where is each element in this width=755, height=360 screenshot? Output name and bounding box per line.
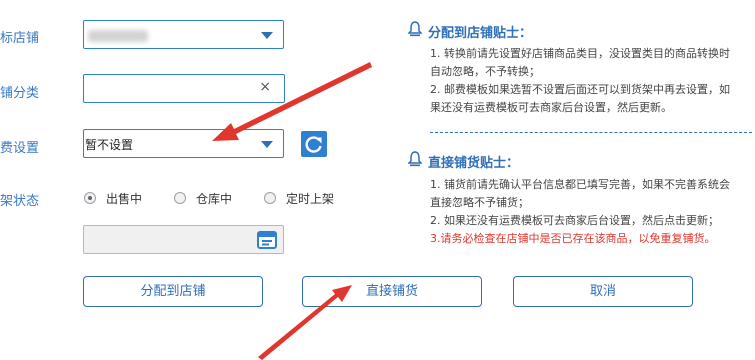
annotation-arrow-lower — [258, 285, 352, 360]
annotation-arrow-upper — [212, 62, 372, 141]
annotation-arrows — [212, 62, 372, 360]
